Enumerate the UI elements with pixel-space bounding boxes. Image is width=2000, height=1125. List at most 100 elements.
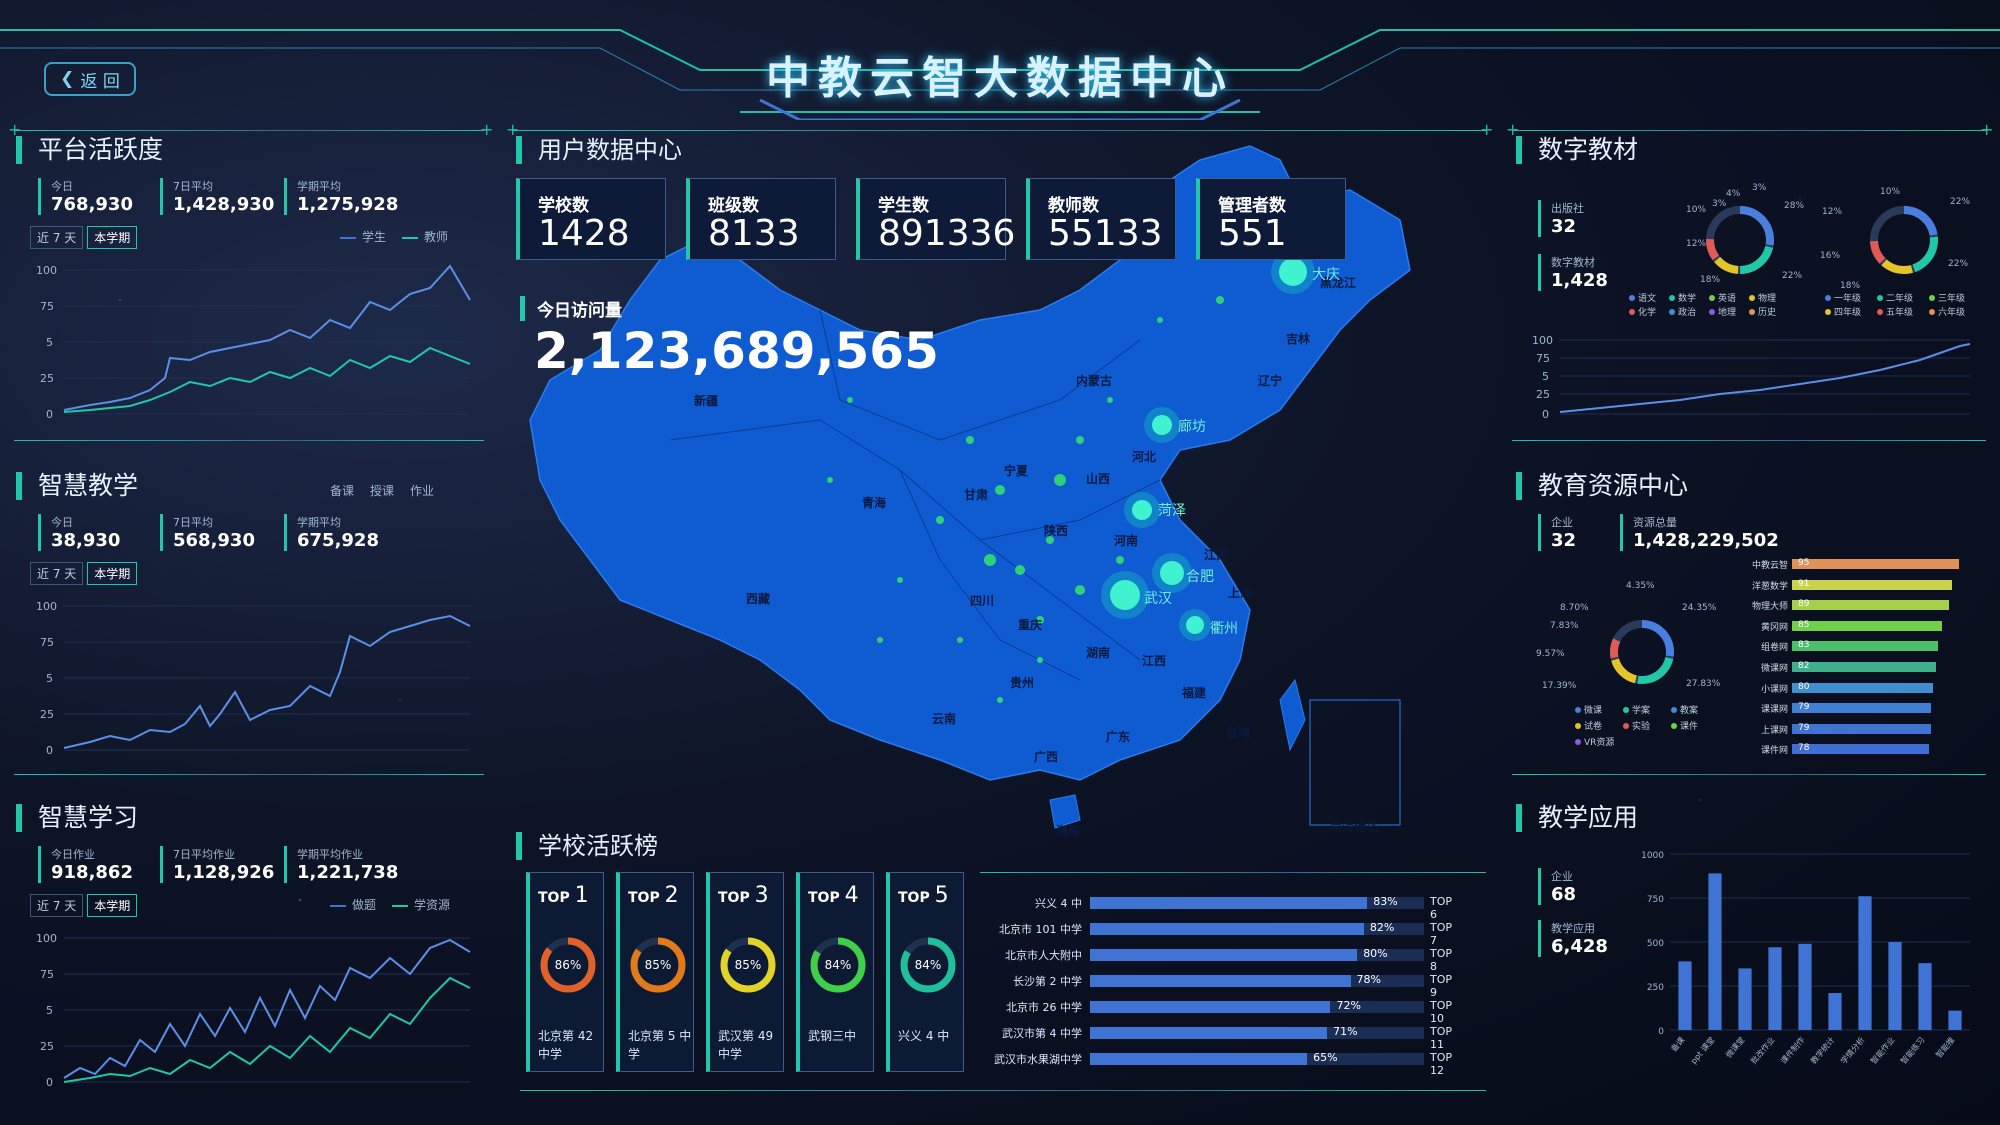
pct-label: 18%: [1840, 281, 1860, 291]
province-label: 重庆: [1018, 618, 1043, 632]
rank-pct: 83%: [1373, 895, 1398, 908]
top-card[interactable]: TOP 5 84% 兴义 4 中: [886, 872, 964, 1072]
y-tick: 75: [40, 636, 54, 649]
province-label: 云南: [932, 712, 957, 726]
rank-row[interactable]: 北京市 26 中学 72% TOP 10: [990, 996, 1452, 1025]
resource-name: 上课网: [1760, 725, 1788, 736]
legend-student: 学生: [340, 228, 386, 245]
y-tick: 25: [40, 1040, 54, 1053]
school-name: 兴义 4 中: [1035, 897, 1082, 910]
legend-exercise: 做题: [330, 896, 376, 913]
y-tick: 25: [1536, 388, 1550, 401]
panel-title-teaching: 智慧教学: [16, 472, 138, 500]
legend-lecture[interactable]: 授课: [370, 482, 394, 499]
panel-title-platform: 平台活跃度: [16, 136, 163, 164]
rank-row[interactable]: 武汉市水果湖中学 65% TOP 12: [990, 1048, 1452, 1077]
chart-legend: 学生 教师: [340, 228, 448, 245]
resource-bar: 95: [1792, 558, 1960, 569]
visits-label: 今日访问量: [520, 296, 622, 321]
rank-pct: 65%: [1313, 1051, 1338, 1064]
legend-homework[interactable]: 作业: [410, 482, 434, 499]
stat-enterprises: 企业 32: [1538, 514, 1576, 551]
top-card[interactable]: TOP 4 84% 武钢三中: [796, 872, 874, 1072]
tab-term[interactable]: 本学期: [87, 562, 138, 585]
rank-pct: 84%: [825, 958, 852, 972]
province-label: 河北: [1132, 450, 1157, 464]
pct-label: 9.57%: [1536, 649, 1565, 659]
rank-row[interactable]: 北京市人大附中 80% TOP 8: [990, 944, 1452, 973]
corner-plus: +: [480, 120, 494, 139]
resource-bar-row: 上课网 79: [1730, 722, 1970, 736]
app-bar: [1678, 961, 1692, 1030]
app-bar: [1798, 943, 1812, 1030]
top-rank-label: TOP 4: [808, 883, 859, 908]
top-rank-label: TOP 5: [898, 883, 949, 908]
kpi-card-managers: 管理者数 551: [1196, 178, 1346, 260]
province-label: 江苏: [1204, 548, 1229, 562]
stat-today: 今日 38,930: [38, 514, 120, 551]
resource-value: 78: [1798, 743, 1810, 754]
svg-text:五年级: 五年级: [1886, 306, 1913, 318]
app-bar: [1888, 942, 1902, 1030]
rank-row[interactable]: 长沙第 2 中学 78% TOP 9: [990, 970, 1452, 999]
rank-row[interactable]: 北京市 101 中学 82% TOP 7: [990, 918, 1452, 947]
rank-row[interactable]: 武汉市第 4 中学 71% TOP 11: [990, 1022, 1452, 1051]
series-prep: [63, 614, 471, 749]
tab-term[interactable]: 本学期: [87, 894, 138, 917]
top-card[interactable]: TOP 2 85% 北京第 5 中学: [616, 872, 694, 1072]
pct-label: 12%: [1822, 207, 1842, 217]
resource-bar-row: 课件网 78: [1730, 742, 1970, 756]
divider: [512, 130, 1486, 131]
x-tick: 智能作业: [1868, 1035, 1896, 1066]
teaching-legend: 备课 授课 作业: [330, 482, 434, 499]
tab-term[interactable]: 本学期: [87, 226, 138, 249]
province-label: 海南: [1056, 824, 1081, 838]
rank-row[interactable]: 兴义 4 中 83% TOP 6: [990, 892, 1452, 921]
svg-text:微课: 微课: [1584, 704, 1602, 716]
x-tick: 智能推: [1933, 1035, 1956, 1060]
resource-name: 课课网: [1760, 705, 1788, 716]
panel-title-digital-textbook: 数字教材: [1516, 136, 1638, 164]
resource-bar-row: 物理大师 89: [1730, 598, 1970, 612]
visits-value: 2,123,689,565: [534, 322, 939, 380]
resource-bar: 78: [1792, 743, 1930, 755]
legend-prep[interactable]: 备课: [330, 482, 354, 499]
pct-label: 4.35%: [1626, 581, 1655, 591]
stat-7day-hw: 7日平均作业 1,128,926: [160, 846, 274, 883]
province-label: 新疆: [694, 394, 719, 408]
resource-bar: 79: [1792, 723, 1932, 734]
school-name: 北京市 26 中学: [1006, 1001, 1082, 1014]
resource-donut: 4.35% 24.35% 8.70% 7.83% 9.57% 17.39% 27…: [1536, 581, 1721, 748]
x-tick: 教学统计: [1808, 1035, 1836, 1066]
tab-7days[interactable]: 近 7 天: [30, 226, 84, 249]
resource-bar-row: 黄冈网 85: [1730, 619, 1970, 633]
page-title: 中教云智大数据中心: [766, 53, 1234, 104]
tab-7days[interactable]: 近 7 天: [30, 562, 84, 585]
svg-text:物理: 物理: [1758, 292, 1776, 304]
rank-bar: [1090, 975, 1351, 987]
rank-pct: 78%: [1356, 973, 1381, 986]
y-tick: 100: [1532, 334, 1553, 347]
province-label: 吉林: [1286, 332, 1311, 346]
back-button[interactable]: ❮ 返 回: [44, 62, 136, 96]
top-card[interactable]: TOP 3 85% 武汉第 49 中学: [706, 872, 784, 1072]
resource-name: 黄冈网: [1760, 622, 1788, 633]
rank-ring: 85%: [720, 937, 776, 993]
period-tabs: 近 7 天 本学期: [30, 894, 138, 917]
pct-label: 18%: [1700, 275, 1720, 285]
panel-title-learning: 智慧学习: [16, 804, 138, 832]
y-tick: 0: [1658, 1027, 1664, 1037]
top-card[interactable]: TOP 1 86% 北京第 42 中学: [526, 872, 604, 1072]
y-tick: 250: [1647, 983, 1664, 993]
divider: [1512, 774, 1986, 775]
stat-resource-total: 资源总量 1,428,229,502: [1620, 514, 1779, 551]
tab-7days[interactable]: 近 7 天: [30, 894, 84, 917]
resource-bar-row: 微课网 82: [1730, 660, 1970, 674]
svg-text:VR资源: VR资源: [1584, 737, 1614, 748]
city-label: 武汉: [1144, 591, 1172, 607]
app-bar: [1708, 873, 1722, 1030]
school-name: 北京市 101 中学: [999, 923, 1082, 936]
rank-ring: 84%: [900, 937, 956, 993]
rank-bar: [1090, 1001, 1331, 1013]
pct-label: 7.83%: [1550, 621, 1579, 631]
